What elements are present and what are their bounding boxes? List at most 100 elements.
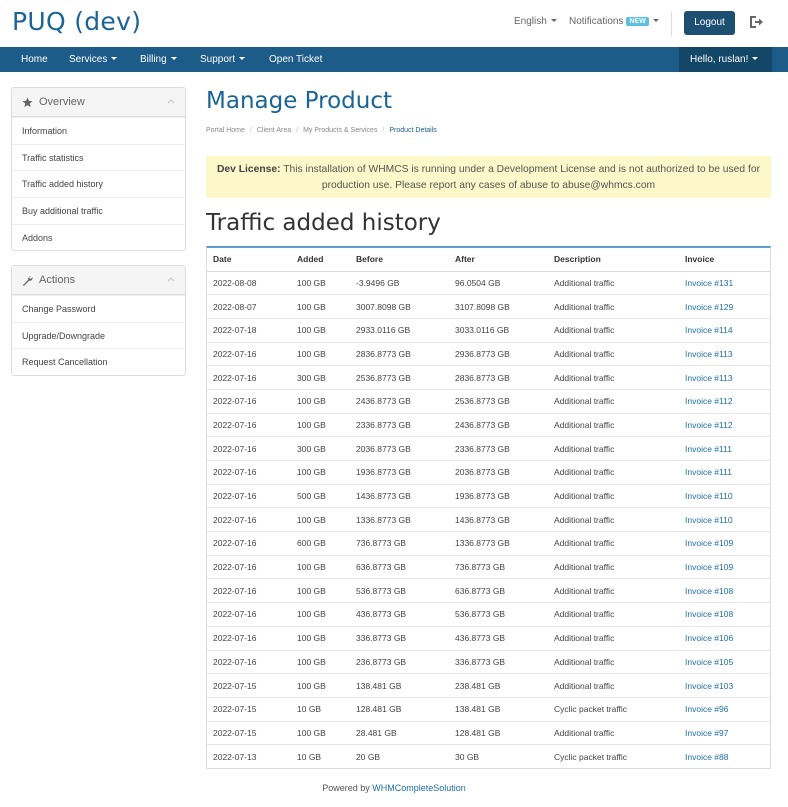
chevron-down-icon xyxy=(111,57,118,60)
cell-added: 10 GB xyxy=(291,744,350,769)
table-row: 2022-07-16 100 GB 1336.8773 GB 1436.8773 GB… xyxy=(207,507,770,532)
cell-after: 1336.8773 GB xyxy=(449,531,548,556)
sidebar-item-buy-additional-traffic[interactable]: Buy additional traffic xyxy=(12,197,185,224)
table-row: 2022-07-16 100 GB 2336.8773 GB 2436.8773 GB… xyxy=(207,412,770,437)
column-header-after[interactable]: After xyxy=(449,248,548,272)
nav-billing[interactable]: Billing xyxy=(140,47,177,72)
user-menu[interactable]: Hello, ruslan! xyxy=(679,47,772,72)
star-icon xyxy=(22,97,33,108)
invoice-link[interactable]: Invoice #109 xyxy=(679,531,770,556)
table-row: 2022-07-16 500 GB 1436.8773 GB 1936.8773 GB… xyxy=(207,483,770,508)
nav-home[interactable]: Home xyxy=(21,47,48,72)
column-header-date[interactable]: Date xyxy=(207,248,291,272)
cell-date: 2022-08-07 xyxy=(207,294,291,319)
breadcrumb-separator: / xyxy=(382,127,385,134)
cell-added: 100 GB xyxy=(291,460,350,485)
cell-added: 100 GB xyxy=(291,673,350,698)
invoice-link[interactable]: Invoice #110 xyxy=(679,483,770,508)
sidebar-item-request-cancellation[interactable]: Request Cancellation xyxy=(12,348,185,375)
cell-after: 238.481 GB xyxy=(449,673,548,698)
cell-before: 138.481 GB xyxy=(350,673,449,698)
table-row: 2022-07-16 100 GB 2836.8773 GB 2936.8773 GB… xyxy=(207,341,770,366)
brand-logo[interactable]: PUQ (dev) xyxy=(12,7,141,36)
invoice-link[interactable]: Invoice #113 xyxy=(679,341,770,366)
cell-after: 3033.0116 GB xyxy=(449,317,548,343)
invoice-link[interactable]: Invoice #97 xyxy=(679,720,770,745)
logout-button[interactable]: Logout xyxy=(684,11,735,35)
language-selector[interactable]: English xyxy=(514,16,557,27)
column-header-description[interactable]: Description xyxy=(548,248,679,272)
cell-date: 2022-07-16 xyxy=(207,602,291,627)
sidebar-item-addons[interactable]: Addons xyxy=(12,223,185,251)
sign-out-icon[interactable] xyxy=(748,14,764,30)
column-header-added[interactable]: Added xyxy=(291,248,350,272)
invoice-link[interactable]: Invoice #108 xyxy=(679,602,770,627)
cell-added: 300 GB xyxy=(291,365,350,390)
cell-date: 2022-07-15 xyxy=(207,696,291,722)
cell-date: 2022-07-16 xyxy=(207,554,291,579)
cell-description: Additional traffic xyxy=(548,436,679,461)
nav-open-ticket[interactable]: Open Ticket xyxy=(269,47,322,72)
cell-date: 2022-07-16 xyxy=(207,412,291,437)
notifications-menu[interactable]: Notifications NEW xyxy=(569,16,659,27)
sidebar-item-information[interactable]: Information xyxy=(12,117,185,144)
invoice-link[interactable]: Invoice #114 xyxy=(679,317,770,343)
invoice-link[interactable]: Invoice #113 xyxy=(679,365,770,390)
table-row: 2022-07-16 100 GB 1936.8773 GB 2036.8773 GB… xyxy=(207,460,770,485)
breadcrumb-separator: / xyxy=(296,127,299,134)
invoice-link[interactable]: Invoice #108 xyxy=(679,578,770,603)
overview-panel-header[interactable]: Overview xyxy=(12,88,185,117)
invoice-link[interactable]: Invoice #131 xyxy=(679,270,770,295)
alert-label: Dev License: xyxy=(217,164,281,175)
invoice-link[interactable]: Invoice #112 xyxy=(679,388,770,414)
sidebar-item-upgrade-downgrade[interactable]: Upgrade/Downgrade xyxy=(12,321,185,349)
breadcrumb-portal-home[interactable]: Portal Home xyxy=(206,127,245,134)
breadcrumb-my-products[interactable]: My Products & Services xyxy=(303,127,377,134)
breadcrumb-product-details: Product Details xyxy=(389,127,437,134)
invoice-link[interactable]: Invoice #103 xyxy=(679,673,770,698)
nav-support[interactable]: Support xyxy=(200,47,246,72)
cell-date: 2022-07-16 xyxy=(207,649,291,674)
cell-added: 300 GB xyxy=(291,436,350,461)
cell-description: Additional traffic xyxy=(548,649,679,674)
cell-description: Cyclic packet traffic xyxy=(548,744,679,769)
chevron-down-icon xyxy=(652,19,659,22)
sidebar-item-traffic-statistics[interactable]: Traffic statistics xyxy=(12,143,185,171)
nav-support-label: Support xyxy=(200,54,236,65)
cell-added: 100 GB xyxy=(291,578,350,603)
invoice-link[interactable]: Invoice #88 xyxy=(679,744,770,769)
sidebar-item-traffic-added-history[interactable]: Traffic added history xyxy=(12,170,185,197)
overview-title: Overview xyxy=(39,96,85,108)
table-row: 2022-07-16 100 GB 636.8773 GB 736.8773 GB Ad… xyxy=(207,554,770,579)
nav-services[interactable]: Services xyxy=(69,47,118,72)
actions-panel-header[interactable]: Actions xyxy=(12,266,185,295)
cell-description: Additional traffic xyxy=(548,460,679,485)
invoice-link[interactable]: Invoice #129 xyxy=(679,294,770,319)
cell-after: 138.481 GB xyxy=(449,696,548,722)
cell-added: 100 GB xyxy=(291,720,350,745)
table-row: 2022-07-16 100 GB 336.8773 GB 436.8773 GB Ad… xyxy=(207,625,770,650)
sidebar-item-change-password[interactable]: Change Password xyxy=(12,295,185,322)
invoice-link[interactable]: Invoice #106 xyxy=(679,625,770,650)
chevron-down-icon xyxy=(239,57,246,60)
column-header-invoice[interactable]: Invoice xyxy=(679,248,770,272)
cell-after: 2036.8773 GB xyxy=(449,460,548,485)
invoice-link[interactable]: Invoice #96 xyxy=(679,696,770,722)
new-badge: NEW xyxy=(626,17,649,26)
invoice-link[interactable]: Invoice #112 xyxy=(679,412,770,437)
cell-date: 2022-07-16 xyxy=(207,625,291,650)
invoice-link[interactable]: Invoice #105 xyxy=(679,649,770,674)
cell-added: 100 GB xyxy=(291,649,350,674)
invoice-link[interactable]: Invoice #111 xyxy=(679,460,770,485)
invoice-link[interactable]: Invoice #109 xyxy=(679,554,770,579)
invoice-link[interactable]: Invoice #110 xyxy=(679,507,770,532)
footer-link[interactable]: WHMCompleteSolution xyxy=(372,783,466,793)
column-header-before[interactable]: Before xyxy=(350,248,449,272)
invoice-link[interactable]: Invoice #111 xyxy=(679,436,770,461)
cell-added: 100 GB xyxy=(291,388,350,414)
chevron-up-icon[interactable] xyxy=(167,276,175,282)
cell-after: 1436.8773 GB xyxy=(449,507,548,532)
chevron-up-icon[interactable] xyxy=(167,98,175,104)
dev-license-alert: Dev License: This installation of WHMCS … xyxy=(206,156,771,198)
breadcrumb-client-area[interactable]: Client Area xyxy=(257,127,291,134)
